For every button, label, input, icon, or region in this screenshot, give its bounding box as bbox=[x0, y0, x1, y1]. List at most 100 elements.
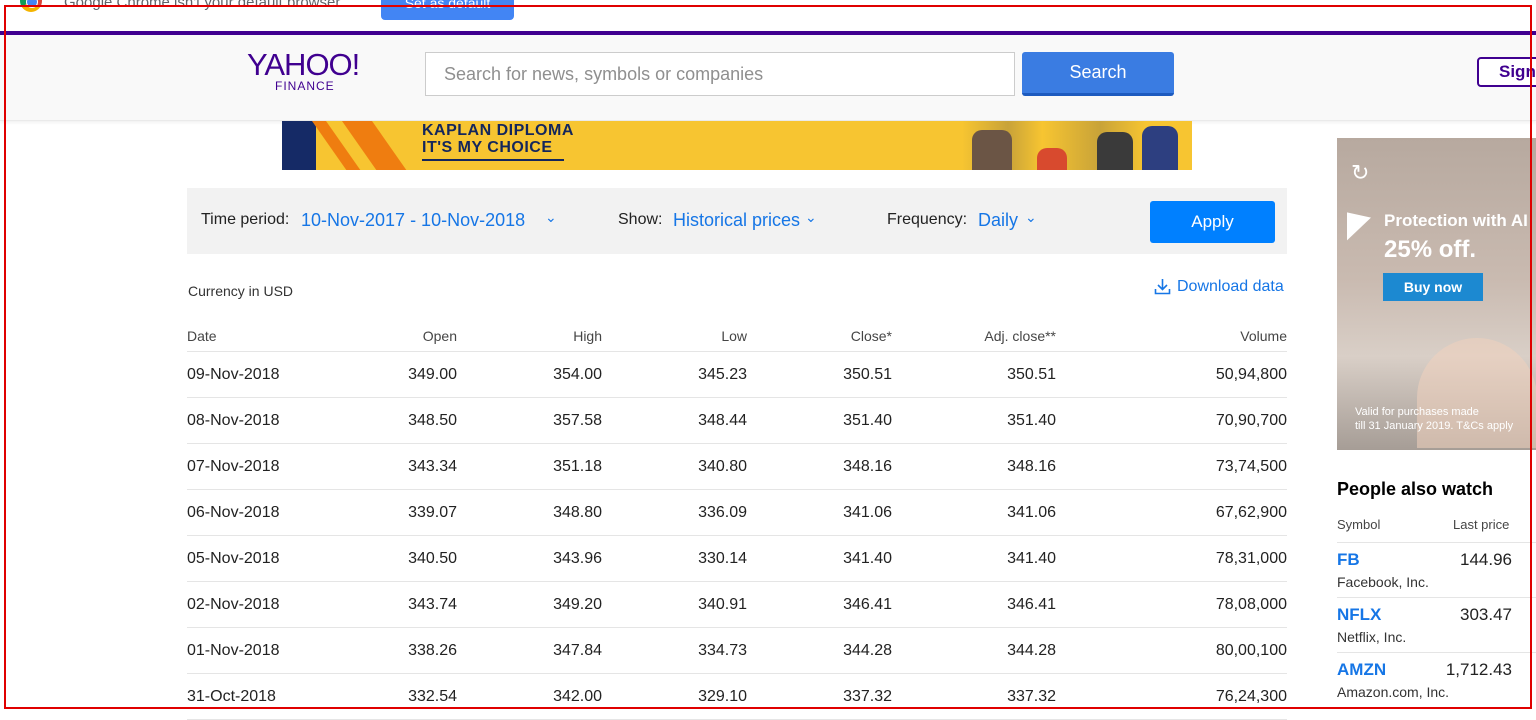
cell-low: 348.44 bbox=[602, 397, 747, 444]
brand-chevron-icon bbox=[1347, 203, 1371, 241]
cell-date: 01-Nov-2018 bbox=[187, 627, 307, 674]
cell-high: 354.00 bbox=[457, 351, 602, 398]
infobar-message: Google Chrome isn't your default browser bbox=[64, 0, 341, 11]
show-dropdown[interactable]: Historical prices bbox=[673, 210, 800, 231]
yahoo-finance-logo[interactable]: YAHOO! FINANCE bbox=[247, 47, 367, 93]
logo-text: YAHOO! bbox=[247, 47, 360, 82]
banner-ad[interactable]: KAPLAN DIPLOMA IT'S MY CHOICE bbox=[282, 121, 1192, 170]
cell-close: 341.06 bbox=[747, 489, 892, 536]
cell-open: 340.50 bbox=[307, 535, 457, 582]
table-header-row: Date Open High Low Close* Adj. close** V… bbox=[187, 320, 1287, 352]
site-header: YAHOO! FINANCE Search Sign bbox=[0, 35, 1536, 121]
col-header-volume: Volume bbox=[1056, 320, 1287, 352]
watch-list-item[interactable]: FB 144.96 Facebook, Inc. bbox=[1337, 542, 1536, 598]
cell-high: 342.00 bbox=[457, 673, 602, 720]
cell-close: 348.16 bbox=[747, 443, 892, 490]
col-header-high: High bbox=[457, 320, 602, 352]
cell-low: 345.23 bbox=[602, 351, 747, 398]
table-row: 02-Nov-2018 343.74 349.20 340.91 346.41 … bbox=[187, 581, 1287, 628]
default-browser-infobar: Google Chrome isn't your default browser… bbox=[0, 0, 1536, 30]
historical-filter-bar: Time period: 10-Nov-2017 - 10-Nov-2018 ⌄… bbox=[187, 188, 1287, 254]
cell-adj-close: 337.32 bbox=[892, 673, 1056, 720]
chevron-down-icon[interactable]: ⌄ bbox=[545, 209, 557, 226]
col-header-close: Close* bbox=[747, 320, 892, 352]
apply-button[interactable]: Apply bbox=[1150, 201, 1275, 243]
side-ad[interactable]: ↻ Protection with AI 25% off. Buy now Va… bbox=[1337, 138, 1536, 450]
cell-low: 340.91 bbox=[602, 581, 747, 628]
cell-adj-close: 341.40 bbox=[892, 535, 1056, 582]
cell-open: 343.74 bbox=[307, 581, 457, 628]
currency-note: Currency in USD bbox=[188, 283, 294, 299]
table-row: 01-Nov-2018 338.26 347.84 334.73 344.28 … bbox=[187, 627, 1287, 674]
cell-low: 336.09 bbox=[602, 489, 747, 536]
search-input[interactable] bbox=[425, 52, 1015, 96]
banner-line-1: KAPLAN DIPLOMA bbox=[422, 122, 574, 139]
last-price: 144.96 bbox=[1460, 550, 1512, 569]
show-label: Show: bbox=[618, 211, 663, 228]
download-data-link[interactable]: Download data bbox=[1154, 278, 1284, 296]
cell-date: 09-Nov-2018 bbox=[187, 351, 307, 398]
cell-high: 349.20 bbox=[457, 581, 602, 628]
download-icon bbox=[1154, 279, 1171, 295]
cell-close: 346.41 bbox=[747, 581, 892, 628]
cell-high: 351.18 bbox=[457, 443, 602, 490]
col-header-low: Low bbox=[602, 320, 747, 352]
banner-line-2: IT'S MY CHOICE bbox=[422, 139, 553, 156]
banner-stripe-navy bbox=[282, 121, 316, 170]
fine-print-line-1: Valid for purchases made bbox=[1355, 406, 1479, 418]
table-row: 07-Nov-2018 343.34 351.18 340.80 348.16 … bbox=[187, 443, 1287, 490]
banner-person-1 bbox=[972, 130, 1012, 170]
buy-now-button[interactable]: Buy now bbox=[1383, 273, 1483, 301]
cell-adj-close: 350.51 bbox=[892, 351, 1056, 398]
frequency-dropdown[interactable]: Daily bbox=[978, 210, 1018, 231]
cell-open: 348.50 bbox=[307, 397, 457, 444]
cell-volume: 67,62,900 bbox=[1056, 489, 1287, 536]
cell-adj-close: 351.40 bbox=[892, 397, 1056, 444]
cell-low: 334.73 bbox=[602, 627, 747, 674]
watch-list-item[interactable]: AMZN 1,712.43 Amazon.com, Inc. bbox=[1337, 652, 1536, 708]
side-ad-offer: 25% off. bbox=[1384, 236, 1477, 263]
cell-open: 349.00 bbox=[307, 351, 457, 398]
cell-high: 343.96 bbox=[457, 535, 602, 582]
company-name: Netflix, Inc. bbox=[1337, 629, 1407, 645]
table-row: 06-Nov-2018 339.07 348.80 336.09 341.06 … bbox=[187, 489, 1287, 536]
logo-subtext: FINANCE bbox=[275, 79, 335, 93]
time-period-label: Time period: bbox=[201, 211, 290, 228]
cell-open: 332.54 bbox=[307, 673, 457, 720]
banner-underline bbox=[422, 159, 564, 161]
cell-date: 31-Oct-2018 bbox=[187, 673, 307, 720]
time-period-dropdown[interactable]: 10-Nov-2017 - 10-Nov-2018 bbox=[301, 210, 525, 231]
last-price: 303.47 bbox=[1460, 605, 1512, 624]
cell-open: 343.34 bbox=[307, 443, 457, 490]
paw-symbol-header: Symbol bbox=[1337, 517, 1381, 532]
col-header-date: Date bbox=[187, 320, 307, 352]
search-button[interactable]: Search bbox=[1022, 52, 1174, 96]
cell-volume: 50,94,800 bbox=[1056, 351, 1287, 398]
cell-low: 329.10 bbox=[602, 673, 747, 720]
cell-close: 344.28 bbox=[747, 627, 892, 674]
sign-in-button[interactable]: Sign bbox=[1477, 57, 1536, 87]
banner-person-2 bbox=[1097, 132, 1133, 170]
cell-date: 02-Nov-2018 bbox=[187, 581, 307, 628]
chevron-down-icon[interactable]: ⌄ bbox=[1025, 209, 1037, 226]
cell-high: 347.84 bbox=[457, 627, 602, 674]
refresh-icon[interactable]: ↻ bbox=[1351, 160, 1369, 186]
chrome-logo-icon bbox=[20, 0, 42, 12]
watch-list-item[interactable]: NFLX 303.47 Netflix, Inc. bbox=[1337, 597, 1536, 653]
cell-adj-close: 346.41 bbox=[892, 581, 1056, 628]
cell-volume: 78,08,000 bbox=[1056, 581, 1287, 628]
banner-people-image bbox=[962, 121, 1192, 170]
table-row: 09-Nov-2018 349.00 354.00 345.23 350.51 … bbox=[187, 351, 1287, 398]
side-ad-headline: Protection with AI bbox=[1384, 211, 1528, 230]
cell-date: 06-Nov-2018 bbox=[187, 489, 307, 536]
banner-graphic bbox=[1037, 148, 1067, 170]
banner-person-3 bbox=[1142, 126, 1178, 170]
cell-adj-close: 344.28 bbox=[892, 627, 1056, 674]
set-as-default-button[interactable]: Set as default bbox=[381, 0, 514, 20]
cell-date: 05-Nov-2018 bbox=[187, 535, 307, 582]
chevron-down-icon[interactable]: ⌄ bbox=[805, 209, 817, 226]
cell-date: 08-Nov-2018 bbox=[187, 397, 307, 444]
cell-low: 340.80 bbox=[602, 443, 747, 490]
historical-prices-table: Date Open High Low Close* Adj. close** V… bbox=[187, 320, 1287, 720]
paw-price-header: Last price bbox=[1453, 517, 1510, 532]
